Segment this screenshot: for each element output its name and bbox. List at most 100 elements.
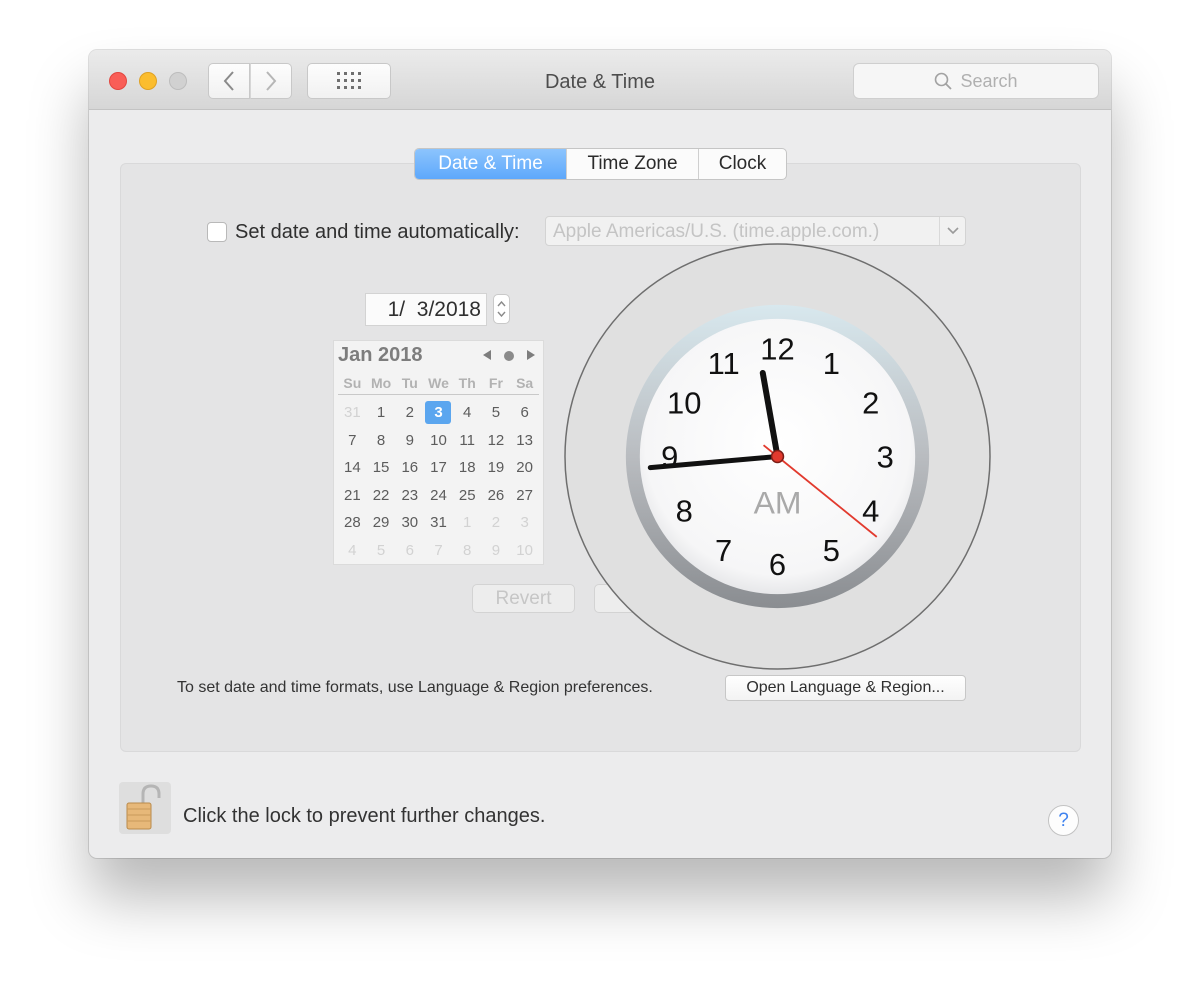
calendar-day[interactable]: 2 (395, 399, 424, 427)
calendar-day[interactable]: 1 (367, 399, 396, 427)
today-dot-icon[interactable] (504, 351, 514, 361)
calendar-day[interactable]: 8 (453, 537, 482, 565)
calendar-day-label: 3 (425, 401, 452, 425)
calendar-weekday: Fr (488, 375, 503, 391)
calendar-day-grid: 31 1 2 3 4 5 6 7 8 9 10 11 12 13 14 15 16 17 18 19 20 21 22 23 2… (338, 399, 539, 564)
calendar-day[interactable]: 18 (453, 454, 482, 482)
open-language-region-button[interactable]: Open Language & Region... (725, 675, 966, 701)
clock-numeral: 3 (877, 439, 894, 474)
title-bar: Date & Time Search (89, 50, 1111, 110)
calendar-day-label: 28 (344, 514, 361, 532)
calendar-day[interactable]: 8 (367, 427, 396, 455)
calendar-day[interactable]: 4 (453, 399, 482, 427)
calendar-day[interactable]: 5 (482, 399, 511, 427)
calendar-day[interactable]: 6 (395, 537, 424, 565)
calendar-day[interactable]: 30 (395, 509, 424, 537)
calendar-day[interactable]: 21 (338, 482, 367, 510)
calendar-day[interactable]: 12 (482, 427, 511, 455)
date-field[interactable]: 1/ 3/2018 (365, 293, 487, 326)
calendar-day[interactable]: 4 (338, 537, 367, 565)
calendar-day[interactable]: 28 (338, 509, 367, 537)
clock-numeral: 1 (823, 346, 840, 381)
calendar-day[interactable]: 5 (367, 537, 396, 565)
clock-numeral: 8 (676, 493, 693, 528)
calendar-day[interactable]: 16 (395, 454, 424, 482)
calendar-day-label: 21 (344, 486, 361, 504)
calendar-day-label: 5 (376, 541, 386, 559)
calendar-day-label: 13 (516, 431, 533, 449)
lock-status-text: Click the lock to prevent further change… (183, 805, 546, 827)
search-field[interactable]: Search (853, 63, 1099, 99)
calendar-day[interactable]: 17 (424, 454, 453, 482)
help-button[interactable]: ? (1048, 805, 1079, 836)
calendar-day[interactable]: 14 (338, 454, 367, 482)
calendar-day-label: 8 (376, 431, 386, 449)
stepper-down-icon[interactable] (497, 311, 506, 317)
calendar-day[interactable]: 27 (510, 482, 539, 510)
calendar-day-label: 5 (491, 404, 501, 422)
calendar-day-label: 9 (405, 431, 414, 449)
clock-numeral: 9 (661, 439, 678, 474)
calendar-day[interactable]: 6 (510, 399, 539, 427)
lock-button[interactable] (119, 782, 171, 834)
calendar-day[interactable]: 9 (395, 427, 424, 455)
calendar-day[interactable]: 10 (510, 537, 539, 565)
calendar-day[interactable]: 19 (482, 454, 511, 482)
previous-month-icon[interactable] (482, 349, 492, 361)
calendar-weekday: Mo (370, 375, 392, 391)
calendar-day[interactable]: 3 (510, 509, 539, 537)
calendar-day-label: 16 (401, 459, 419, 477)
tab-date-time[interactable]: Date & Time (415, 149, 566, 179)
unlocked-padlock-icon (126, 784, 161, 830)
calendar-day-label: 2 (405, 404, 414, 422)
calendar-day[interactable]: 13 (510, 427, 539, 455)
calendar-day[interactable]: 23 (395, 482, 424, 510)
calendar-day[interactable]: 1 (453, 509, 482, 537)
calendar-day[interactable]: 31 (338, 399, 367, 427)
tab-clock[interactable]: Clock (698, 149, 786, 179)
formats-hint: To set date and time formats, use Langua… (177, 679, 653, 696)
calendar-day[interactable]: 24 (424, 482, 453, 510)
chevron-down-icon (939, 217, 965, 245)
calendar-month-label: Jan 2018 (338, 344, 423, 366)
calendar: Jan 2018 Su Mo Tu We Th Fr Sa 31 1 2 3 4 5 6 7 8 9 10 11 1… (333, 340, 544, 565)
calendar-day-label: 14 (344, 459, 361, 477)
calendar-day[interactable]: 2 (482, 509, 511, 537)
analog-clock: 12 12 3 45 6 78 9 1011 AM (564, 243, 991, 670)
clock-numeral: 11 (708, 346, 740, 381)
calendar-day[interactable]: 7 (424, 537, 453, 565)
calendar-day-label: 9 (491, 541, 501, 559)
calendar-day-label: 24 (430, 486, 447, 504)
date-stepper[interactable] (493, 294, 510, 324)
calendar-day-label: 10 (516, 541, 533, 559)
calendar-weekday: Sa (516, 375, 534, 391)
clock-numeral: 12 (760, 332, 794, 367)
calendar-day-label: 29 (372, 514, 390, 532)
stepper-up-icon[interactable] (497, 301, 506, 307)
calendar-day-label: 26 (487, 486, 505, 504)
calendar-day[interactable]: 22 (367, 482, 396, 510)
tab-time-zone[interactable]: Time Zone (566, 149, 698, 179)
calendar-day[interactable]: 11 (453, 427, 482, 455)
calendar-day[interactable]: 31 (424, 509, 453, 537)
calendar-day-label: 6 (405, 541, 414, 559)
calendar-day[interactable]: 29 (367, 509, 396, 537)
revert-button[interactable]: Revert (472, 584, 575, 613)
clock-center-pin (770, 449, 785, 464)
clock-numeral: 5 (823, 533, 840, 568)
auto-time-checkbox[interactable] (207, 222, 227, 242)
calendar-day[interactable]: 20 (510, 454, 539, 482)
calendar-weekday-header: Su Mo Tu We Th Fr Sa (338, 375, 539, 395)
calendar-day-label: 15 (372, 459, 390, 477)
calendar-day[interactable]: 10 (424, 427, 453, 455)
next-month-icon[interactable] (526, 349, 536, 361)
calendar-day[interactable]: 25 (453, 482, 482, 510)
calendar-day[interactable]: 7 (338, 427, 367, 455)
calendar-day-label: 20 (516, 459, 533, 477)
tab-bar: Date & Time Time Zone Clock (414, 148, 787, 180)
calendar-day[interactable]: 15 (367, 454, 396, 482)
calendar-day-selected[interactable]: 3 (424, 399, 453, 427)
auto-time-label: Set date and time automatically: (235, 221, 520, 243)
calendar-day[interactable]: 26 (482, 482, 511, 510)
calendar-day[interactable]: 9 (482, 537, 511, 565)
